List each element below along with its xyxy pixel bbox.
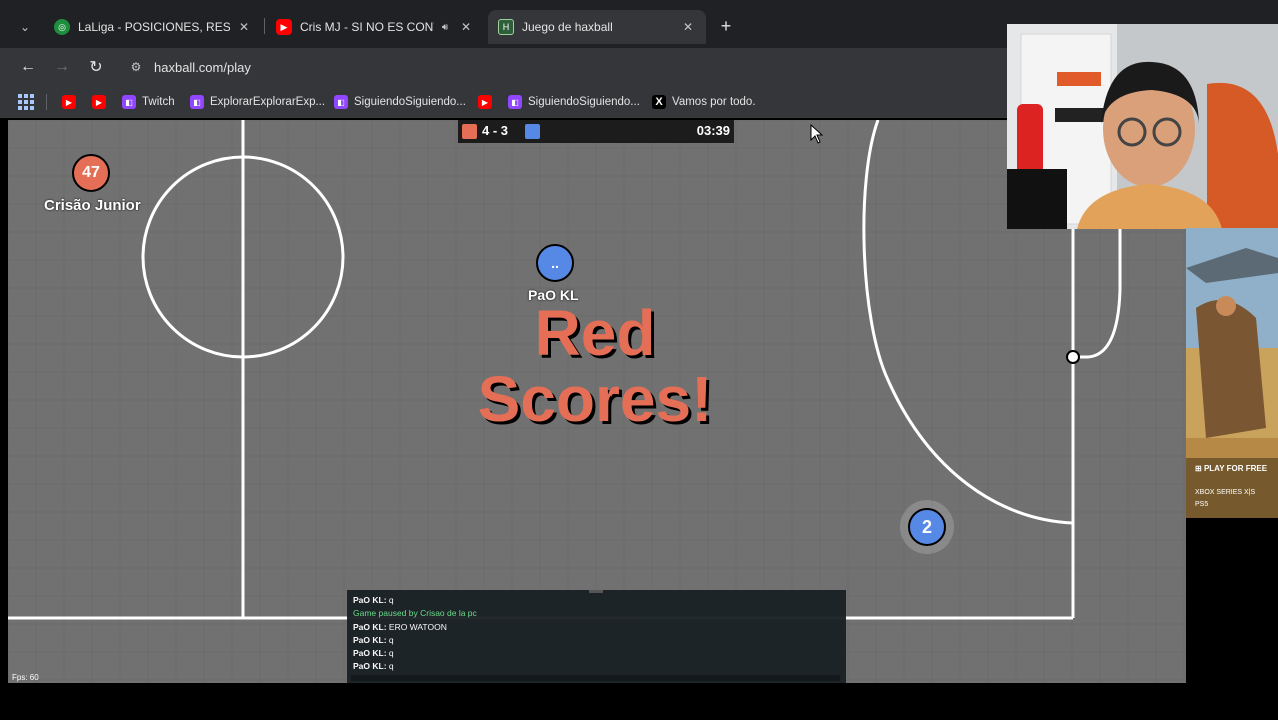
chat-text: q — [388, 648, 394, 659]
chat-text: q — [388, 595, 394, 605]
tab-laliga[interactable]: ◎ LaLiga - POSICIONES, RESULTA ✕ — [44, 10, 262, 44]
youtube-icon: ▶ — [92, 95, 106, 109]
reload-icon[interactable]: ↻ — [84, 55, 108, 79]
bookmark-label: SiguiendoSiguiendo... — [354, 96, 466, 108]
tab-title: LaLiga - POSICIONES, RESULTA — [78, 20, 230, 34]
site-settings-icon[interactable]: ⚙ — [128, 59, 144, 75]
player-avatar: 2 — [921, 516, 932, 537]
player-red-disc: 47 — [72, 154, 110, 192]
tab-search-chevron-icon[interactable]: ⌄ — [14, 16, 36, 38]
twitch-icon: ◧ — [122, 95, 136, 109]
bookmark-label: Twitch — [142, 96, 175, 108]
chat-text: q — [388, 661, 394, 672]
apps-grid-icon[interactable] — [18, 94, 34, 110]
streamer-webcam-image — [1007, 24, 1278, 229]
chat-author: PaO KL: — [353, 661, 387, 672]
xbox-icon: ⊞ — [1195, 464, 1204, 473]
x-icon: X — [652, 95, 666, 109]
chat-author: PaO KL: — [353, 648, 387, 659]
banner-line-1: Red — [534, 297, 656, 369]
chat-text: q — [388, 634, 394, 645]
bookmark-youtube-3[interactable]: ▶ — [478, 93, 498, 111]
platform-ps5: PS5 — [1195, 501, 1209, 508]
close-icon[interactable]: ✕ — [680, 19, 696, 35]
youtube-icon: ▶ — [62, 95, 76, 109]
chat-text: ERO WATOON — [388, 621, 447, 632]
chat-text: Game paused by Crisao de la pc — [353, 608, 477, 619]
blue-team-icon — [525, 124, 540, 139]
url-text[interactable]: haxball.com/play — [154, 60, 251, 75]
player-avatar: 47 — [82, 164, 100, 181]
back-arrow-icon[interactable]: ← — [16, 55, 40, 79]
haxball-icon: H — [498, 19, 514, 35]
bookmark-siguiendo-1[interactable]: ◧ SiguiendoSiguiendo... — [334, 93, 466, 111]
bookmark-x[interactable]: X Vamos por todo. — [652, 93, 756, 111]
new-tab-icon[interactable]: + — [716, 16, 736, 36]
globe-icon: ◎ — [54, 19, 70, 35]
tab-separator — [264, 18, 265, 34]
chat-message: PaO KL: q — [353, 660, 477, 673]
chat-message: PaO KL: q — [353, 647, 477, 660]
player-blue-disc: 2 — [908, 508, 946, 546]
webcam-overlay — [1007, 24, 1278, 229]
tab-title: Juego de haxball — [522, 20, 613, 34]
bookmark-explorar[interactable]: ◧ ExplorarExplorarExp... — [190, 93, 325, 111]
chat-author: PaO KL: — [353, 621, 387, 632]
fps-counter: Fps: 60 — [12, 673, 39, 682]
twitch-icon: ◧ — [334, 95, 348, 109]
ad-artwork-image — [1186, 228, 1278, 518]
tab-title: Cris MJ - SI NO ES CONTIGO — [300, 20, 434, 34]
chat-system-message: Game paused by Crisao de la pc — [353, 607, 477, 620]
forward-arrow-icon[interactable]: → — [50, 55, 74, 79]
twitch-icon: ◧ — [190, 95, 204, 109]
goal-banner: Red Scores! — [450, 300, 740, 432]
bookmark-siguiendo-2[interactable]: ◧ SiguiendoSiguiendo... — [508, 93, 640, 111]
red-team-icon — [462, 124, 477, 139]
bookmark-youtube-2[interactable]: ▶ — [92, 93, 112, 111]
ad-play-button[interactable]: ⊞ PLAY FOR FREE — [1195, 464, 1267, 473]
platform-xbox: XBOX SERIES X|S — [1195, 489, 1256, 496]
youtube-icon: ▶ — [478, 95, 492, 109]
close-icon[interactable]: ✕ — [236, 19, 252, 35]
score: 4 - 3 — [482, 123, 509, 138]
goal-post — [1066, 350, 1080, 364]
banner-line-2: Scores! — [477, 363, 713, 435]
youtube-icon: ▶ — [276, 19, 292, 35]
tab-cris-mj[interactable]: ▶ Cris MJ - SI NO ES CONTIGO 🔊︎ ✕ — [266, 10, 484, 44]
chat-resize-handle[interactable] — [589, 590, 603, 593]
twitch-icon: ◧ — [508, 95, 522, 109]
mouse-cursor-icon — [810, 124, 824, 144]
chat-message: PaO KL: ERO WATOON — [353, 621, 477, 634]
screen: ⌄ ◎ LaLiga - POSICIONES, RESULTA ✕ ▶ Cri… — [0, 0, 1278, 720]
chat-box: PaO KL: q Game paused by Crisao de la pc… — [347, 590, 846, 683]
player-avatar: .. — [551, 255, 559, 271]
bookmark-label: Vamos por todo. — [672, 96, 756, 108]
chat-author: PaO KL: — [353, 595, 387, 605]
bookmark-youtube-1[interactable]: ▶ — [62, 93, 82, 111]
bookmark-label: SiguiendoSiguiendo... — [528, 96, 640, 108]
bookmark-twitch[interactable]: ◧ Twitch — [122, 93, 175, 111]
player-name: Crisão Junior — [44, 197, 141, 214]
address-bar[interactable]: ⚙ haxball.com/play — [118, 52, 1006, 82]
chat-message: PaO KL: q — [353, 594, 477, 607]
game-ad-banner[interactable] — [1186, 228, 1278, 518]
speaker-icon[interactable]: 🔊︎ — [438, 20, 452, 34]
player-blue-disc: .. — [536, 244, 574, 282]
scoreboard: 4 - 3 03:39 — [458, 120, 734, 143]
tab-haxball[interactable]: H Juego de haxball ✕ — [488, 10, 706, 44]
bookmark-label: ExplorarExplorarExp... — [210, 96, 326, 108]
chat-message: PaO KL: q — [353, 634, 477, 647]
chat-input[interactable] — [351, 675, 840, 681]
close-icon[interactable]: ✕ — [458, 19, 474, 35]
bookmarks-separator — [46, 94, 47, 110]
match-timer: 03:39 — [696, 123, 730, 138]
ad-cta-label: PLAY FOR FREE — [1203, 464, 1268, 473]
ad-platforms: XBOX SERIES X|S PS5 — [1195, 487, 1255, 511]
chat-log: PaO KL: q Game paused by Crisao de la pc… — [353, 594, 477, 674]
chat-author: PaO KL: — [353, 634, 387, 645]
